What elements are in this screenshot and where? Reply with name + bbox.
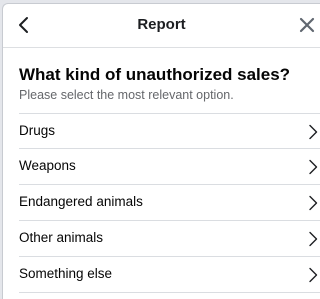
option-other-animals[interactable]: Other animals — [19, 221, 320, 257]
dialog-title: Report — [137, 16, 186, 33]
chevron-right-icon — [309, 267, 318, 283]
question-subtitle: Please select the most relevant option. — [19, 88, 234, 102]
close-button[interactable] — [296, 14, 318, 36]
option-label: Something else — [19, 266, 113, 281]
close-icon — [299, 17, 315, 33]
report-dialog: Report What kind of unauthorized sales? … — [2, 3, 320, 299]
option-endangered-animals[interactable]: Endangered animals — [19, 185, 320, 221]
dialog-header: Report — [3, 4, 320, 48]
option-label: Drugs — [19, 123, 56, 138]
option-label: Weapons — [19, 158, 76, 173]
chevron-right-icon — [309, 195, 318, 211]
option-label: Other animals — [19, 230, 104, 245]
chevron-right-icon — [309, 231, 318, 247]
chevron-right-icon — [309, 159, 318, 175]
option-weapons[interactable]: Weapons — [19, 149, 320, 185]
option-label: Endangered animals — [19, 194, 143, 209]
question-section: What kind of unauthorized sales? Please … — [3, 48, 320, 103]
question-title: What kind of unauthorized sales? — [19, 65, 291, 84]
option-something-else[interactable]: Something else — [19, 257, 320, 293]
chevron-right-icon — [309, 124, 318, 140]
option-drugs[interactable]: Drugs — [19, 113, 320, 149]
options-list: Drugs Weapons Endangered animals Other a… — [19, 113, 320, 293]
